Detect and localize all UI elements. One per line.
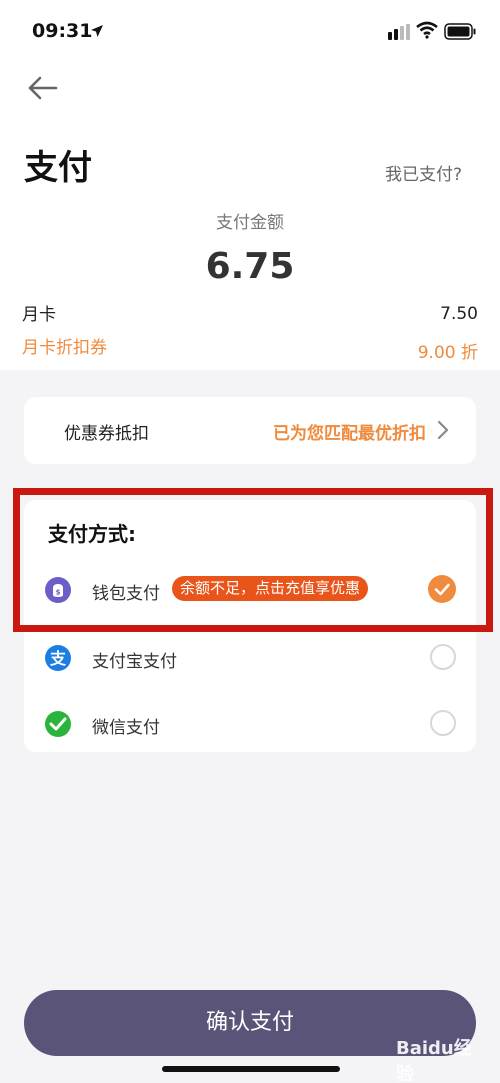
signal-icon	[388, 24, 410, 40]
page-title: 支付	[24, 148, 92, 188]
location-arrow-icon	[91, 25, 103, 37]
radio-unchecked-icon[interactable]	[430, 710, 456, 736]
coupon-match-text: 已为您匹配最优折扣	[273, 424, 426, 444]
coupon-name: 月卡折扣券	[22, 338, 107, 358]
amount-label: 支付金额	[216, 213, 284, 233]
card-price: 7.50	[440, 304, 478, 324]
alipay-icon: 支	[45, 645, 71, 671]
card-name: 月卡	[22, 305, 56, 325]
coupon-deduction-label: 优惠券抵扣	[64, 424, 149, 444]
battery-icon	[444, 23, 476, 40]
coupon-deduction-row[interactable]: 优惠券抵扣 已为您匹配最优折扣	[24, 397, 476, 464]
wechat-pay-icon	[45, 711, 71, 737]
back-arrow-icon[interactable]	[26, 74, 58, 102]
chevron-right-icon	[437, 420, 449, 440]
radio-unchecked-icon[interactable]	[430, 644, 456, 670]
payment-method-name: 微信支付	[92, 718, 160, 738]
payment-method-wechat[interactable]: 微信支付	[24, 702, 476, 746]
amount-value: 6.75	[205, 246, 295, 287]
wifi-icon	[416, 21, 438, 39]
status-bar: 09:31	[0, 0, 500, 62]
svg-text:支: 支	[49, 649, 67, 668]
baidu-watermark: Baidu经验	[396, 1026, 486, 1083]
status-time: 09:31	[32, 20, 93, 42]
payment-method-name: 支付宝支付	[92, 652, 177, 672]
coupon-discount: 9.00 折	[417, 343, 478, 363]
top-panel: 09:31 支付 我已支付? 支付金额 6.75 月卡 7.50 月卡折扣券 9…	[0, 0, 500, 370]
watermark-text: Baidu经验	[396, 1038, 472, 1083]
highlight-annotation-box	[13, 488, 493, 632]
payment-method-alipay[interactable]: 支 支付宝支付	[24, 636, 476, 680]
already-paid-link[interactable]: 我已支付?	[385, 160, 462, 185]
home-indicator[interactable]	[162, 1066, 340, 1072]
